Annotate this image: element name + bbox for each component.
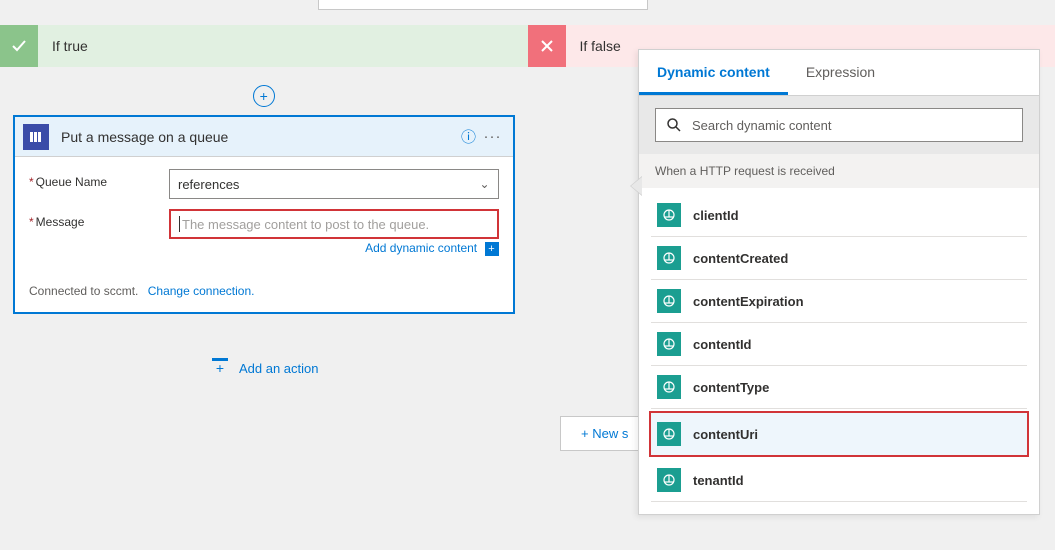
action-card-header[interactable]: Put a message on a queue ⓘ ···: [15, 117, 513, 157]
dynamic-item-contentId[interactable]: contentId: [651, 323, 1027, 366]
dynamic-item-label: clientId: [693, 208, 739, 223]
message-input[interactable]: The message content to post to the queue…: [169, 209, 499, 239]
http-request-icon: [657, 375, 681, 399]
queue-name-select[interactable]: references ⌄: [169, 169, 499, 199]
dynamic-section-header: When a HTTP request is received: [639, 154, 1039, 188]
queue-name-label: *Queue Name: [29, 169, 169, 189]
add-action-icon: [209, 358, 231, 378]
dynamic-item-tenantId[interactable]: tenantId: [651, 459, 1027, 502]
add-dynamic-content-link[interactable]: Add dynamic content: [365, 241, 477, 255]
dynamic-content-panel: Dynamic content Expression When a HTTP r…: [638, 49, 1040, 515]
connected-to-text: Connected to sccmt.: [29, 284, 138, 298]
more-icon[interactable]: ···: [481, 128, 505, 145]
queue-name-value: references: [178, 177, 239, 192]
dynamic-content-list: clientId contentCreated contentExpiration c…: [639, 188, 1039, 514]
tab-dynamic-content[interactable]: Dynamic content: [639, 50, 788, 95]
branch-header-if-true[interactable]: If true: [0, 25, 528, 67]
search-input[interactable]: [692, 118, 1012, 133]
dynamic-item-label: contentType: [693, 380, 769, 395]
action-card-title: Put a message on a queue: [49, 129, 457, 145]
new-step-button[interactable]: + New s: [560, 416, 649, 451]
dynamic-item-label: contentCreated: [693, 251, 788, 266]
dynamic-content-search[interactable]: [655, 108, 1023, 142]
http-request-icon: [657, 332, 681, 356]
http-request-icon: [657, 468, 681, 492]
branch-label-if-true: If true: [38, 38, 88, 54]
message-label: *Message: [29, 209, 169, 229]
tab-expression[interactable]: Expression: [788, 50, 893, 95]
branch-if-true: If true + Put a message on a queue ⓘ ···…: [0, 0, 528, 550]
insert-step-button[interactable]: +: [10, 85, 518, 107]
action-card-put-message: Put a message on a queue ⓘ ··· *Queue Na…: [13, 115, 515, 314]
change-connection-link[interactable]: Change connection.: [148, 284, 255, 298]
plus-icon: +: [253, 85, 275, 107]
x-icon: [528, 25, 566, 67]
add-action-label: Add an action: [239, 361, 319, 376]
dynamic-item-contentType[interactable]: contentType: [651, 366, 1027, 409]
dynamic-item-clientId[interactable]: clientId: [651, 194, 1027, 237]
http-request-icon: [657, 289, 681, 313]
dynamic-item-label: contentId: [693, 337, 752, 352]
branch-label-if-false: If false: [566, 38, 621, 54]
queue-icon: [23, 124, 49, 150]
info-icon[interactable]: ⓘ: [457, 126, 481, 147]
dynamic-item-contentExpiration[interactable]: contentExpiration: [651, 280, 1027, 323]
dynamic-item-contentCreated[interactable]: contentCreated: [651, 237, 1027, 280]
top-action-strip: [318, 0, 648, 10]
search-icon: [666, 117, 682, 133]
http-request-icon: [657, 203, 681, 227]
dynamic-item-label: contentExpiration: [693, 294, 804, 309]
http-request-icon: [657, 246, 681, 270]
add-dynamic-plus-icon[interactable]: +: [485, 242, 499, 256]
dynamic-item-label: contentUri: [693, 427, 758, 442]
chevron-down-icon: ⌄: [479, 177, 489, 191]
dynamic-item-label: tenantId: [693, 473, 744, 488]
panel-pointer: [628, 176, 642, 196]
message-placeholder: The message content to post to the queue…: [182, 217, 429, 232]
http-request-icon: [657, 422, 681, 446]
check-icon: [0, 25, 38, 67]
add-action-button[interactable]: Add an action: [209, 358, 319, 378]
dynamic-item-contentUri[interactable]: contentUri: [649, 411, 1029, 457]
